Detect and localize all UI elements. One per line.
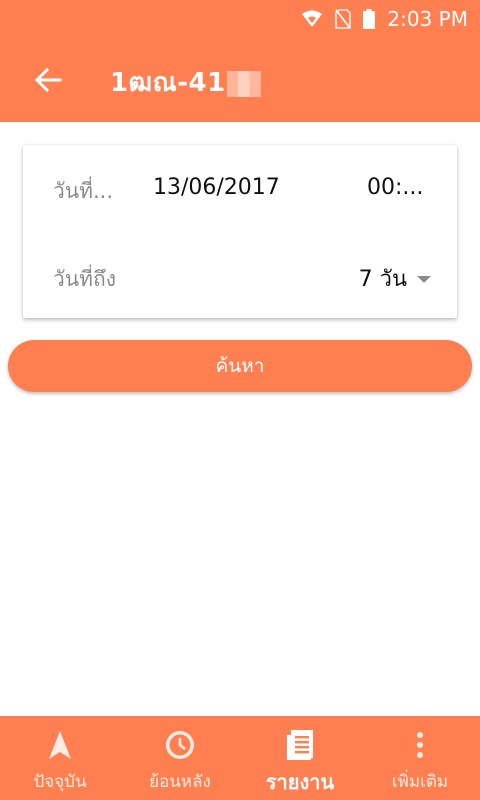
nav-item-current[interactable]: ปัจจุบัน (0, 716, 120, 800)
date-from-label: วันที่... (53, 179, 114, 203)
nav-item-history[interactable]: ย้อนหลัง (120, 716, 240, 800)
time-from-field[interactable]: 00:... (367, 175, 423, 200)
search-button-label: ค้นหา (215, 355, 265, 377)
status-bar: 2:03 PM (0, 0, 480, 38)
back-arrow-icon (34, 68, 62, 92)
filter-card: วันที่... 13/06/2017 00:... วันที่ถึง 7 … (23, 145, 457, 318)
nav-label-more: เพิ่มเติม (391, 772, 449, 792)
nav-item-report[interactable]: รายงาน (240, 716, 360, 800)
date-from-row: วันที่... 13/06/2017 00:... (23, 157, 457, 217)
nav-label-history: ย้อนหลัง (149, 772, 211, 792)
status-time: 2:03 PM (387, 7, 468, 31)
no-sim-icon (335, 9, 352, 29)
days-dropdown[interactable]: 7 วัน (359, 261, 431, 296)
date-to-row: วันที่ถึง 7 วัน (23, 245, 457, 305)
date-from-field[interactable]: 13/06/2017 (153, 175, 280, 200)
redacted-text-mask (226, 70, 261, 97)
days-selected-value: 7 วัน (358, 267, 407, 292)
vehicle-plate-title: 1ฒณ-41 (110, 68, 226, 98)
clock-icon (164, 728, 196, 762)
wifi-icon (301, 10, 323, 28)
app-bar: 1ฒณ-41 (0, 38, 480, 122)
nav-label-current: ปัจจุบัน (33, 772, 87, 792)
status-icons: 2:03 PM (301, 7, 468, 31)
date-to-label: วันที่ถึง (53, 267, 116, 291)
report-icon (285, 728, 315, 762)
more-vertical-icon (416, 728, 424, 762)
battery-icon (363, 9, 376, 29)
nav-item-more[interactable]: เพิ่มเติม (360, 716, 480, 800)
back-button[interactable] (28, 64, 68, 96)
dropdown-caret-icon (417, 276, 431, 283)
navigation-arrow-icon (48, 728, 72, 762)
nav-label-report: รายงาน (265, 770, 335, 794)
page-title: 1ฒณ-41 (110, 62, 261, 103)
bottom-navigation: ปัจจุบัน ย้อนหลัง รายงาน เพิ่มเติม (0, 716, 480, 800)
search-button[interactable]: ค้นหา (8, 340, 472, 392)
